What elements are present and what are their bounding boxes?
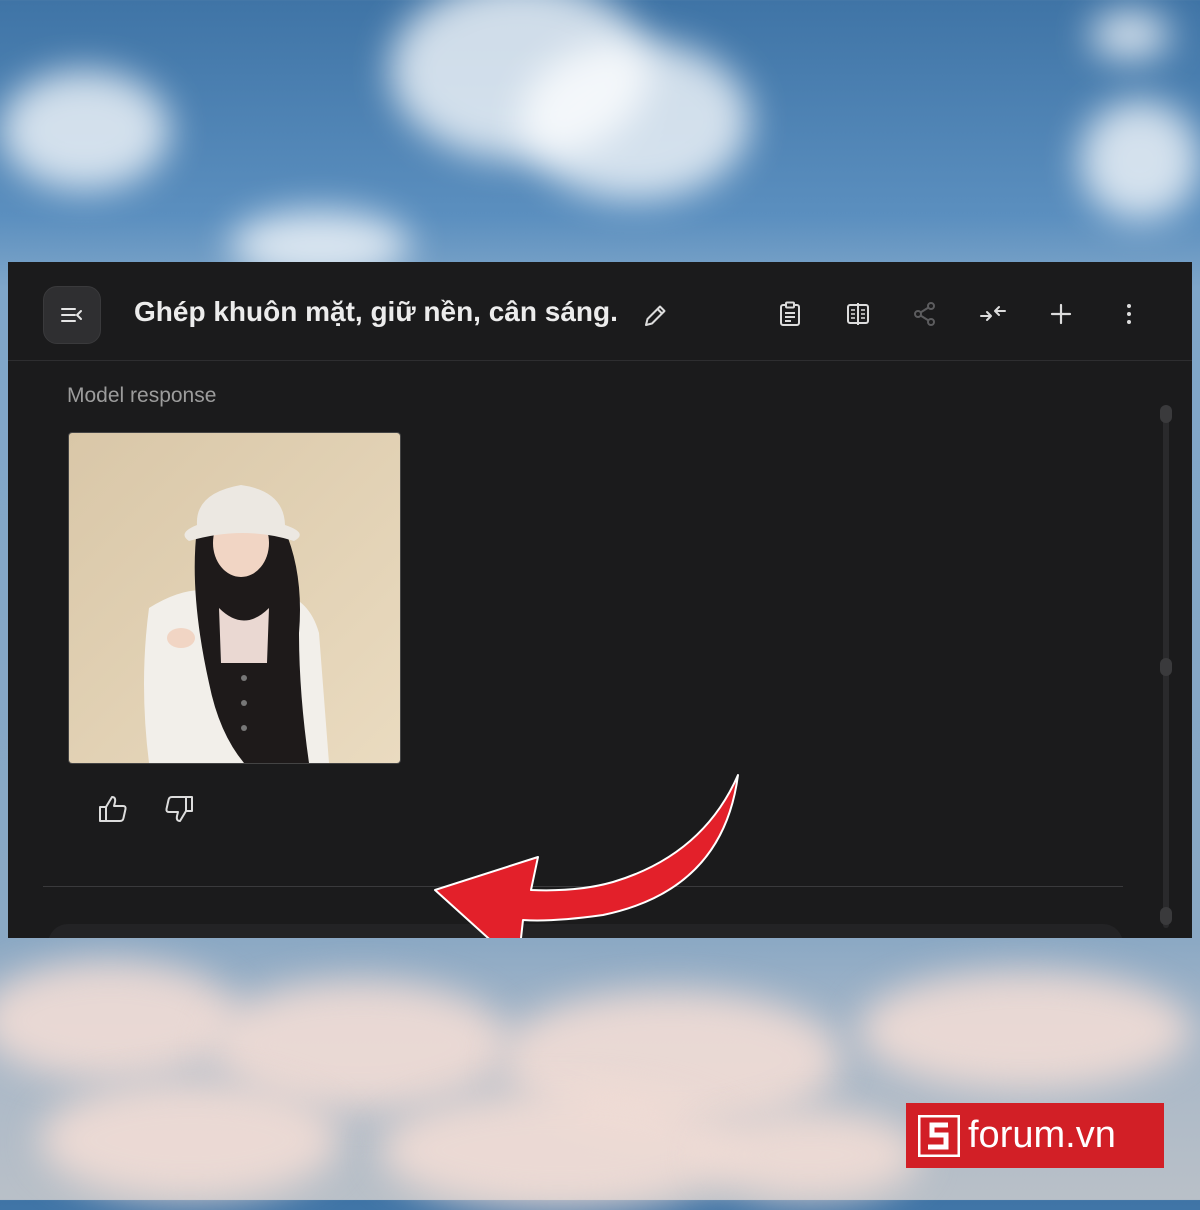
thumbs-up-button[interactable] [96, 792, 130, 826]
chat-window: Ghép khuôn mặt, giữ nền, cân sáng. Model… [8, 262, 1192, 938]
header-bar: Ghép khuôn mặt, giữ nền, cân sáng. [8, 262, 1192, 361]
scrollbar-thumb[interactable] [1160, 658, 1172, 676]
model-response-label: Model response [67, 384, 217, 407]
clipboard-icon [780, 301, 800, 326]
pencil-icon [645, 305, 666, 326]
collapse-button[interactable] [978, 299, 1008, 329]
collapse-icon [980, 306, 1006, 321]
new-chat-button[interactable] [1046, 299, 1076, 329]
share-icon [914, 302, 935, 326]
plus-icon [1050, 303, 1072, 325]
more-vertical-icon [1127, 304, 1131, 324]
thumbs-down-button[interactable] [162, 792, 196, 826]
compare-button[interactable] [843, 299, 873, 329]
edit-title-button[interactable] [641, 302, 669, 330]
portrait-image [69, 433, 400, 763]
sforum-logo-icon [918, 1114, 960, 1157]
page-title: Ghép khuôn mặt, giữ nền, cân sáng. [134, 296, 618, 327]
share-button[interactable] [910, 299, 940, 329]
menu-collapse-icon [61, 308, 82, 322]
sidebar-toggle-button[interactable] [43, 286, 101, 344]
thumbs-down-icon [165, 796, 193, 822]
clipboard-button[interactable] [775, 299, 805, 329]
sforum-watermark: forum.vn [906, 1103, 1164, 1168]
red-arrow-annotation [434, 774, 739, 938]
thumbs-up-icon [99, 796, 127, 822]
watermark-text: forum.vn [968, 1114, 1116, 1156]
scrollbar-top-handle[interactable] [1160, 405, 1172, 423]
generated-image[interactable] [68, 432, 401, 764]
scrollbar-bottom-handle[interactable] [1160, 907, 1172, 925]
compare-icon [847, 303, 869, 325]
more-options-button[interactable] [1114, 299, 1144, 329]
